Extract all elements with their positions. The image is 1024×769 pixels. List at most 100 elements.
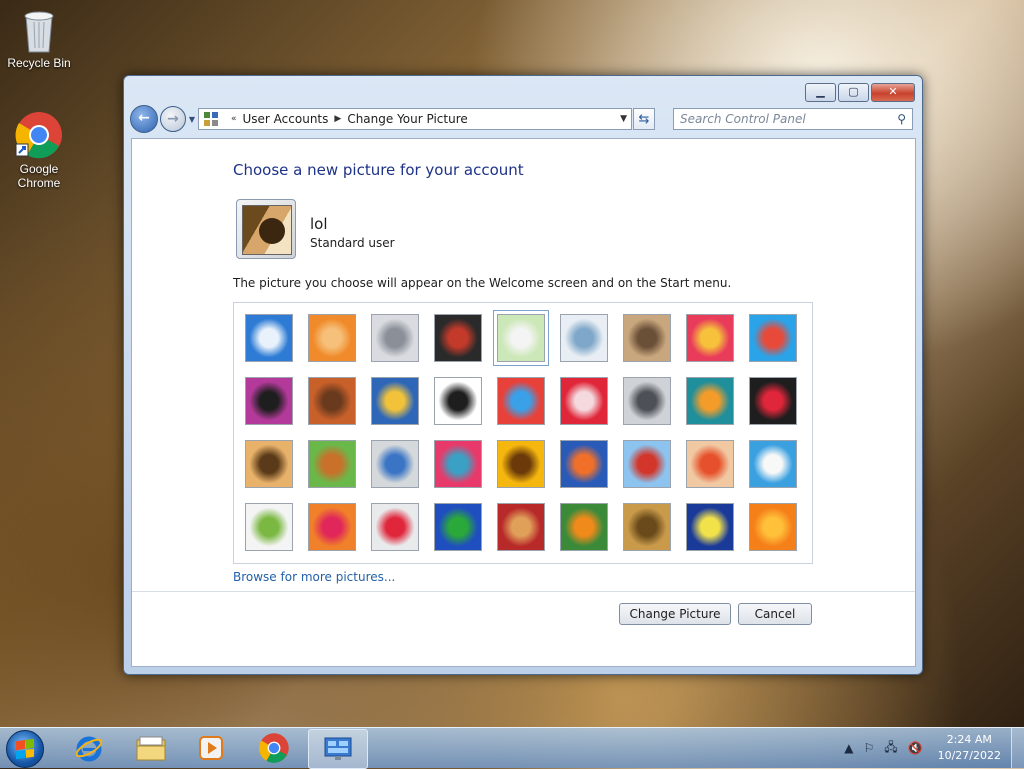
control-panel-icon: [204, 112, 218, 126]
taskbar-media-player[interactable]: [182, 729, 240, 767]
forward-arrow-icon: →: [167, 111, 179, 127]
close-button[interactable]: ✕: [871, 83, 915, 102]
picture-option-lighthouse[interactable]: [686, 503, 734, 551]
picture-option-robot-toy[interactable]: [371, 314, 419, 362]
picture-option-wicker-basket[interactable]: [623, 503, 671, 551]
address-bar[interactable]: « User Accounts ▶ Change Your Picture ▼: [198, 108, 632, 130]
picture-option-pinwheel[interactable]: [749, 314, 797, 362]
picture-option-fabric-stripes[interactable]: [308, 377, 356, 425]
taskbar-internet-explorer[interactable]: [60, 729, 118, 767]
picture-option-roller-coaster[interactable]: [245, 314, 293, 362]
user-account-type: Standard user: [310, 236, 395, 250]
picture-option-daruma-doll[interactable]: [686, 440, 734, 488]
minimize-button[interactable]: ▁: [805, 83, 836, 102]
picture-option-turntable[interactable]: [434, 314, 482, 362]
picture-option-woven-textile[interactable]: [497, 503, 545, 551]
picture-description: The picture you choose will appear on th…: [233, 276, 732, 290]
taskbar: ▲ ⚐ 🖧 🔇 2:24 AM 10/27/2022: [0, 727, 1024, 769]
chrome-icon: [258, 733, 289, 763]
picture-option-silk-scarves[interactable]: [434, 440, 482, 488]
picture-option-lucky-cat[interactable]: [493, 310, 549, 366]
desktop-icon-google-chrome[interactable]: Google Chrome: [1, 110, 77, 190]
picture-option-kitten[interactable]: [623, 314, 671, 362]
taskbar-control-panel[interactable]: [308, 729, 368, 769]
picture-option-green-window[interactable]: [434, 503, 482, 551]
picture-option-hot-air-balloon[interactable]: [623, 440, 671, 488]
picture-option-gyroscope[interactable]: [560, 314, 608, 362]
breadcrumb-user-accounts[interactable]: User Accounts: [243, 112, 329, 126]
picture-option-crayons[interactable]: [497, 377, 545, 425]
picture-option-paper-star[interactable]: [560, 377, 608, 425]
page-title: Choose a new picture for your account: [233, 161, 524, 179]
picture-option-flower-pink[interactable]: [686, 314, 734, 362]
search-icon[interactable]: ⚲: [897, 112, 906, 126]
recent-pages-dropdown[interactable]: ▼: [187, 115, 197, 124]
forward-button[interactable]: →: [160, 106, 186, 132]
content-area: Choose a new picture for your account lo…: [131, 138, 916, 667]
maximize-button[interactable]: ▢: [838, 83, 869, 102]
system-tray: ▲ ⚐ 🖧 🔇 2:24 AM 10/27/2022: [839, 728, 1024, 768]
picture-option-sailboat[interactable]: [749, 440, 797, 488]
refresh-icon: ⇆: [638, 112, 650, 127]
picture-option-butterfly[interactable]: [560, 503, 608, 551]
volume-muted-icon[interactable]: 🔇: [908, 741, 923, 755]
change-picture-button[interactable]: Change Picture: [619, 603, 731, 625]
picture-option-pomeranian[interactable]: [308, 440, 356, 488]
network-icon[interactable]: 🖧: [884, 738, 897, 759]
picture-option-leaf-blue[interactable]: [371, 377, 419, 425]
guitar-picture: [242, 205, 292, 255]
picture-option-guitar[interactable]: [245, 440, 293, 488]
picture-option-goldfish[interactable]: [560, 440, 608, 488]
search-placeholder: Search Control Panel: [680, 112, 806, 126]
picture-option-tin-robot[interactable]: [371, 440, 419, 488]
picture-option-ball-magenta[interactable]: [245, 377, 293, 425]
folder-icon: [136, 736, 166, 761]
control-panel-icon: [324, 737, 352, 760]
picture-option-marbles[interactable]: [371, 503, 419, 551]
desktop-icon-label: Recycle Bin: [7, 56, 71, 70]
taskbar-google-chrome[interactable]: [245, 729, 303, 767]
action-center-flag-icon[interactable]: ⚐: [863, 741, 874, 755]
media-player-icon: [199, 736, 223, 760]
back-arrow-icon: ←: [138, 110, 150, 126]
address-dropdown-icon[interactable]: ▼: [620, 114, 627, 124]
back-button[interactable]: ←: [130, 105, 158, 133]
picture-option-stairs-teal[interactable]: [686, 377, 734, 425]
desktop-icon-recycle-bin[interactable]: Recycle Bin: [1, 6, 77, 70]
picture-option-paper-crane[interactable]: [749, 377, 797, 425]
refresh-button[interactable]: ⇆: [633, 108, 655, 130]
search-input[interactable]: Search Control Panel ⚲: [673, 108, 913, 130]
recycle-bin-icon: [24, 11, 54, 53]
browse-more-pictures-link[interactable]: Browse for more pictures...: [233, 570, 395, 584]
picture-grid-box: [233, 302, 813, 564]
clock-date: 10/27/2022: [937, 749, 1001, 762]
picture-option-starfish[interactable]: [308, 314, 356, 362]
show-desktop-button[interactable]: [1011, 728, 1024, 768]
breadcrumb-overflow-icon[interactable]: «: [231, 114, 237, 124]
show-hidden-icons-icon[interactable]: ▲: [844, 741, 853, 755]
picture-option-dog-border-collie[interactable]: [434, 377, 482, 425]
navigation-bar: ← → ▼ « User Accounts ▶ Change Your Pict…: [130, 105, 916, 133]
picture-option-soccer-ball[interactable]: [245, 503, 293, 551]
title-bar-buttons: ▁ ▢ ✕: [805, 83, 915, 102]
cancel-button[interactable]: Cancel: [738, 603, 812, 625]
picture-grid: [245, 310, 797, 551]
windows-logo-icon: [16, 738, 34, 760]
clock[interactable]: 2:24 AM 10/27/2022: [938, 732, 1001, 764]
divider: [132, 591, 915, 592]
change-picture-window: ▁ ▢ ✕ ← → ▼ « User Accounts ▶ Change You…: [123, 75, 923, 675]
clock-time: 2:24 AM: [946, 733, 992, 746]
start-button[interactable]: [6, 730, 44, 768]
chrome-icon: [15, 112, 62, 159]
picture-option-orange-gerbera[interactable]: [749, 503, 797, 551]
picture-option-orange-fabric[interactable]: [308, 503, 356, 551]
desktop-icon-label: Google Chrome: [17, 162, 61, 190]
current-account-picture: [236, 199, 296, 259]
breadcrumb-change-your-picture[interactable]: Change Your Picture: [347, 112, 467, 126]
picture-option-jacks[interactable]: [623, 377, 671, 425]
user-name: lol: [310, 215, 328, 233]
internet-explorer-icon: [75, 736, 103, 762]
picture-option-sunflower[interactable]: [497, 440, 545, 488]
breadcrumb-separator-icon[interactable]: ▶: [334, 114, 341, 124]
taskbar-windows-explorer[interactable]: [122, 729, 180, 767]
